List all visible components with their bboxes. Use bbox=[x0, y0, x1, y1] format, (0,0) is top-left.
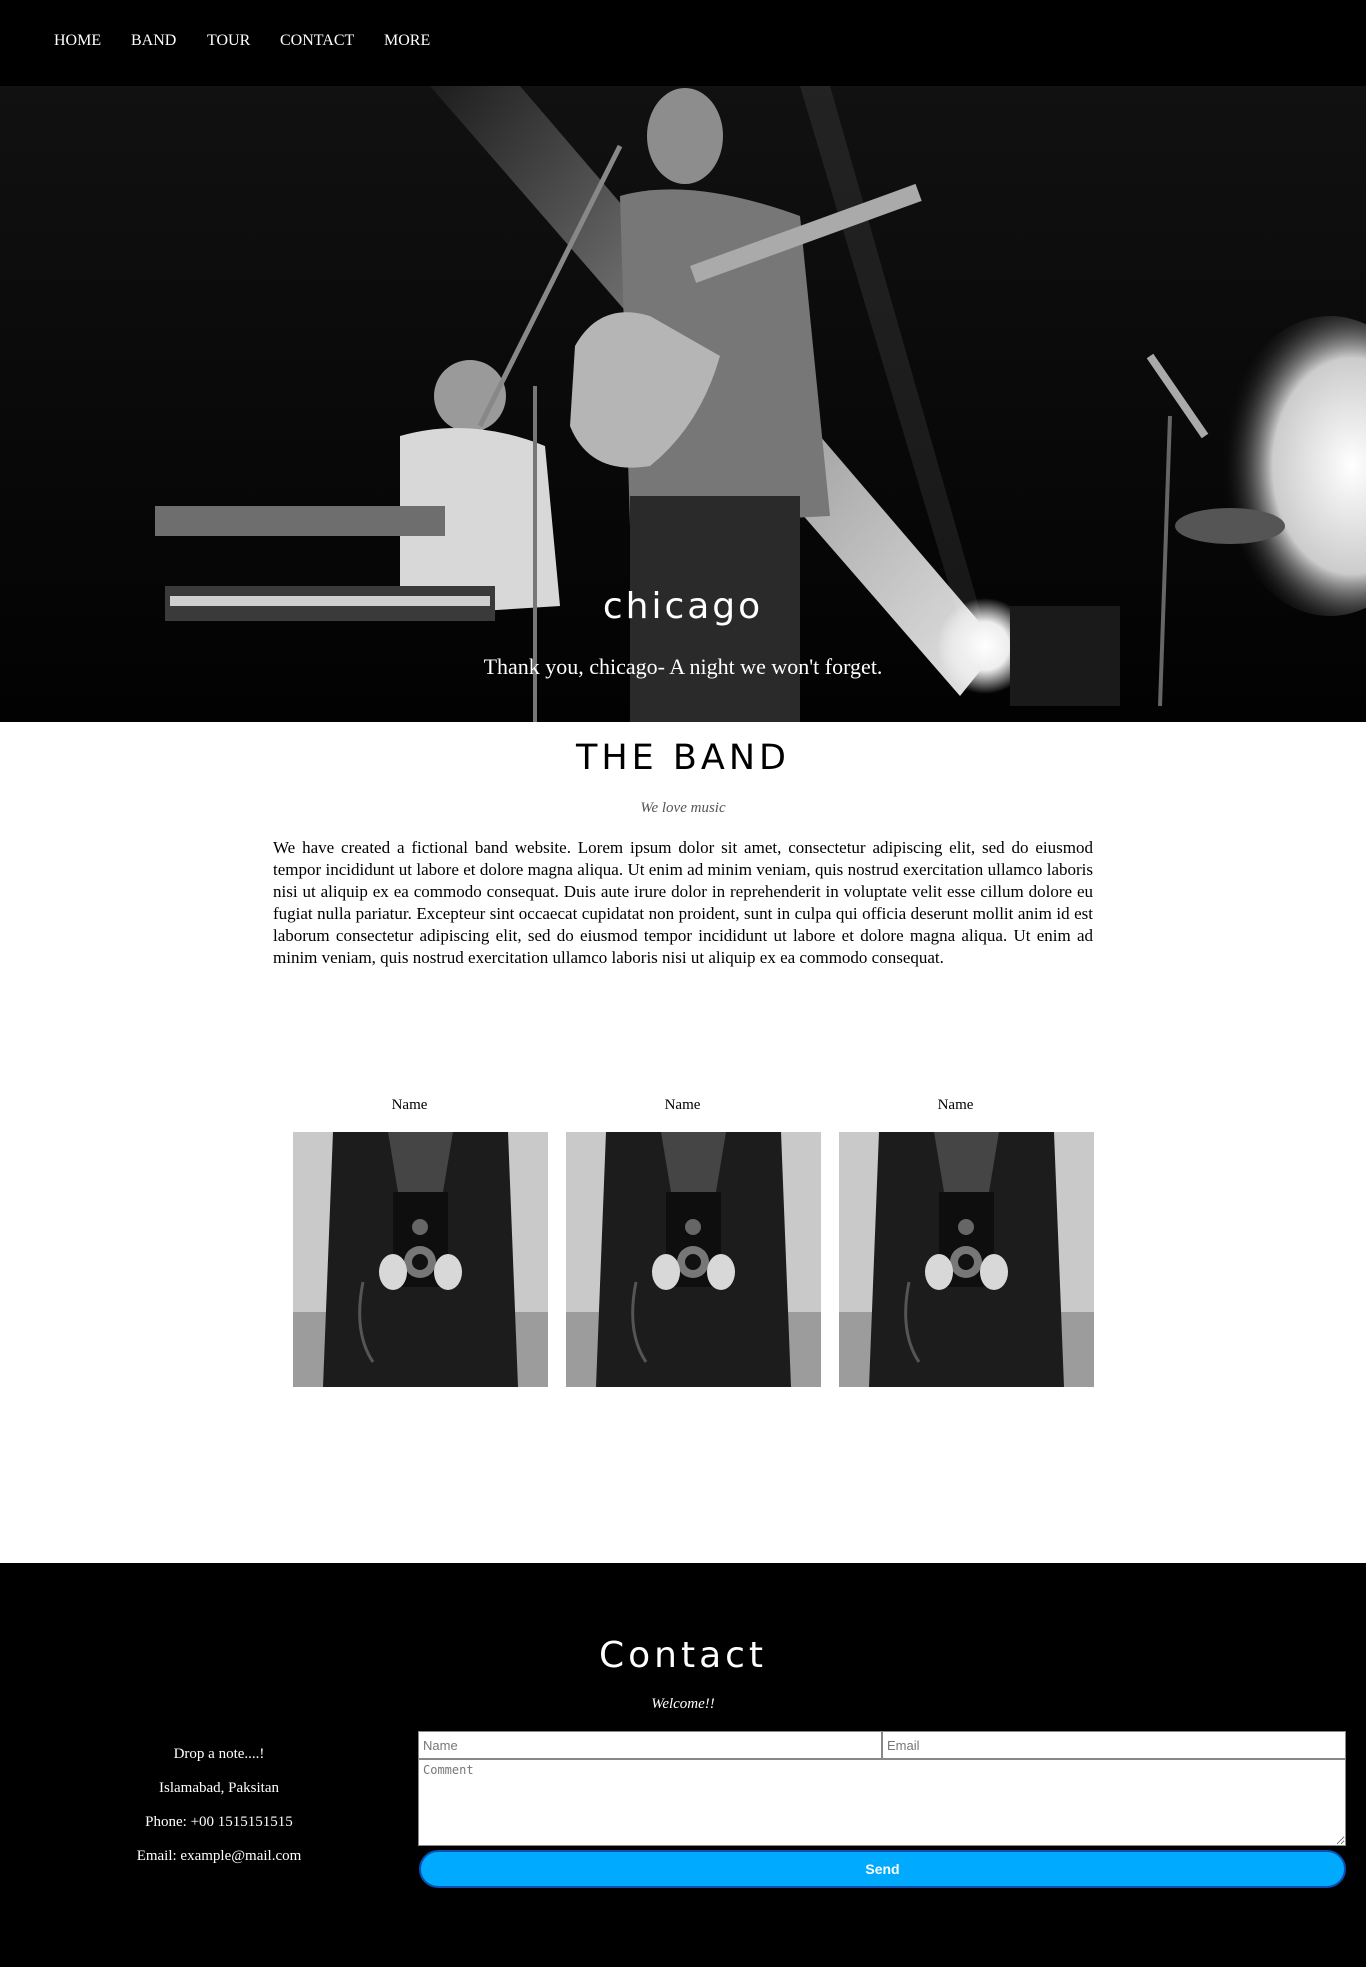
nav-tour-link[interactable]: TOUR bbox=[207, 32, 250, 50]
name-input[interactable] bbox=[418, 1731, 882, 1759]
camera-person-image bbox=[293, 1132, 548, 1387]
comment-textarea[interactable] bbox=[418, 1759, 1346, 1846]
contact-welcome: Welcome!! bbox=[651, 1696, 715, 1712]
member-photo bbox=[566, 1132, 821, 1387]
nav-home-link[interactable]: HOME bbox=[54, 32, 101, 50]
band-tagline: We love music bbox=[640, 800, 726, 816]
send-button[interactable]: Send bbox=[419, 1850, 1346, 1888]
nav-more-link[interactable]: MORE bbox=[384, 32, 430, 50]
camera-person-image bbox=[566, 1132, 821, 1387]
nav-contact-link[interactable]: CONTACT bbox=[280, 32, 354, 50]
member-photo bbox=[839, 1132, 1094, 1387]
hero-subtitle: Thank you, chicago- A night we won't for… bbox=[483, 654, 883, 679]
hero-banner: chicago Thank you, chicago- A night we w… bbox=[0, 86, 1366, 722]
contact-location: Islamabad, Paksitan bbox=[159, 1780, 279, 1796]
member-name: Name bbox=[937, 1097, 974, 1113]
contact-email: Email: example@mail.com bbox=[136, 1848, 302, 1864]
camera-person-image bbox=[839, 1132, 1094, 1387]
band-description: We have created a fictional band website… bbox=[273, 838, 1093, 967]
nav-band-link[interactable]: BAND bbox=[131, 32, 176, 50]
contact-phone: Phone: +00 1515151515 bbox=[145, 1814, 293, 1830]
member-name: Name bbox=[664, 1097, 701, 1113]
member-name: Name bbox=[391, 1097, 428, 1113]
email-input[interactable] bbox=[882, 1731, 1346, 1759]
contact-title: Contact bbox=[598, 1635, 768, 1676]
member-photo bbox=[293, 1132, 548, 1387]
hero-title: chicago bbox=[602, 586, 764, 627]
contact-note: Drop a note....! bbox=[173, 1746, 265, 1762]
band-section-title: THE BAND bbox=[575, 738, 791, 778]
top-navbar: HOME BAND TOUR CONTACT MORE bbox=[0, 0, 1366, 86]
